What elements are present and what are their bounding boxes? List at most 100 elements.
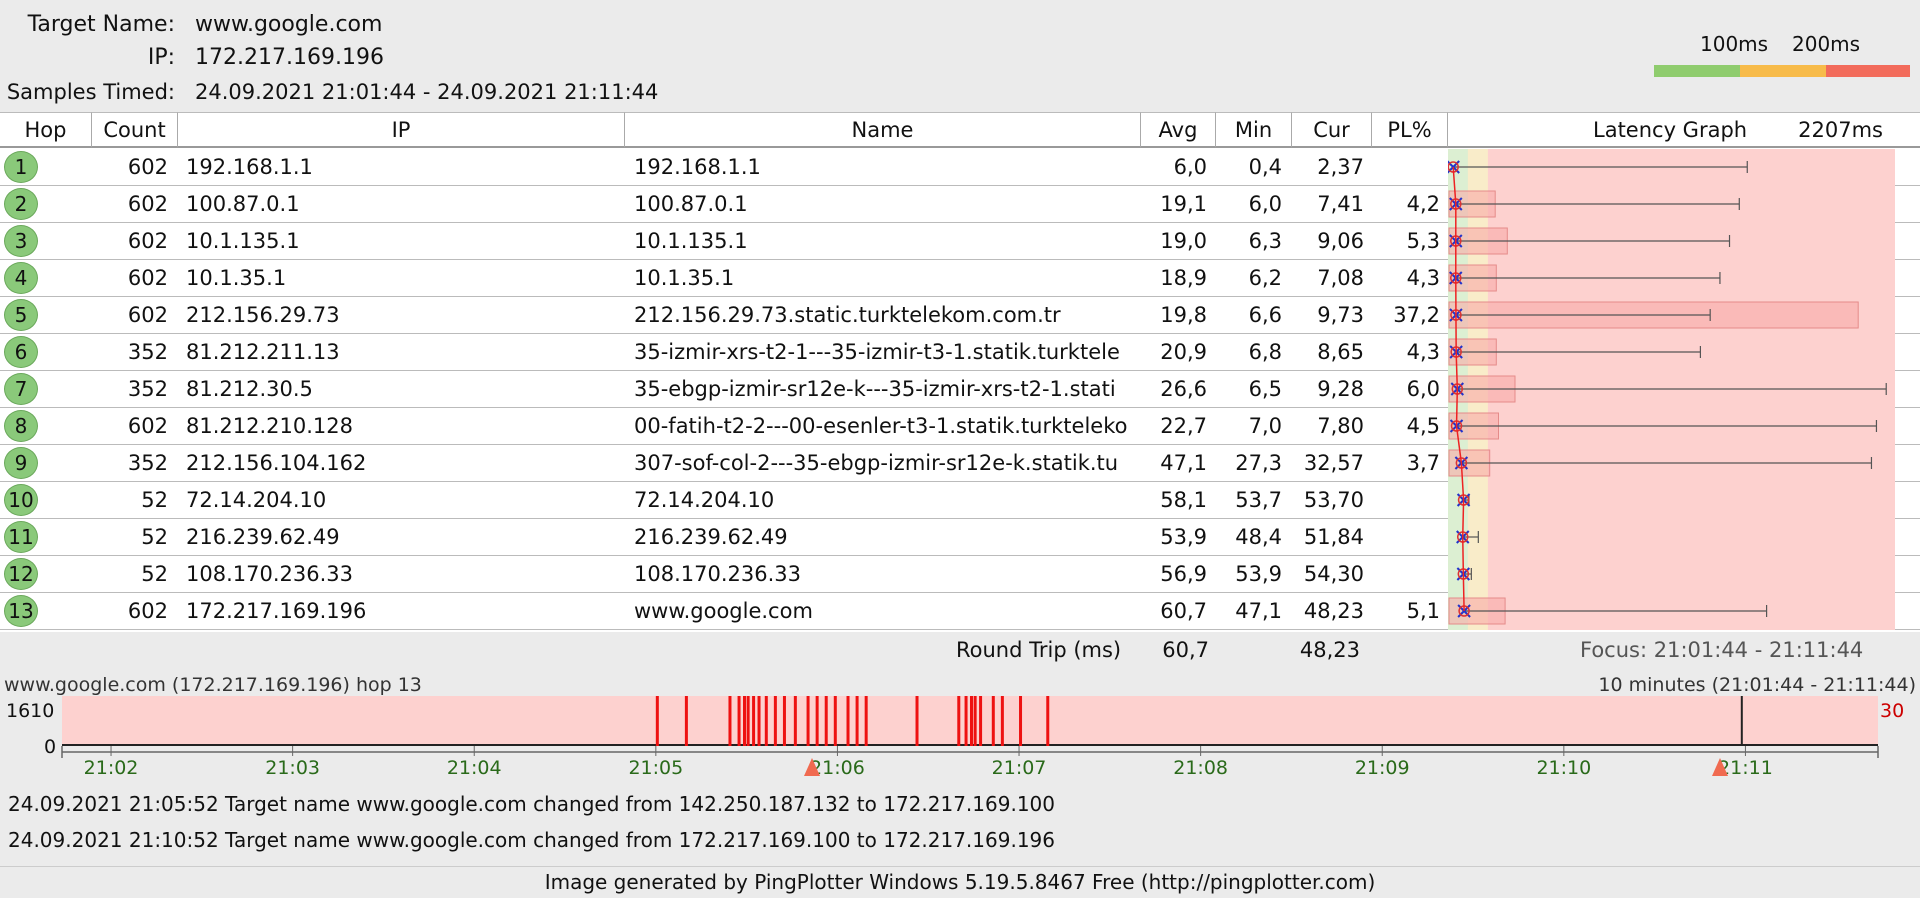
hop-ip: 10.1.35.1 bbox=[186, 266, 287, 290]
hop-number: 7 bbox=[4, 373, 38, 405]
hop-packet-loss: 37,2 bbox=[1393, 303, 1440, 327]
hop-avg: 60,7 bbox=[1160, 599, 1207, 623]
hop-min: 6,5 bbox=[1248, 377, 1282, 401]
hop-min: 6,0 bbox=[1248, 192, 1282, 216]
hop-name: www.google.com bbox=[634, 599, 813, 623]
timeline-range: 10 minutes (21:01:44 - 21:11:44) bbox=[1598, 674, 1916, 696]
scale-orange-bar bbox=[1740, 65, 1826, 77]
hop-cur: 8,65 bbox=[1317, 340, 1364, 364]
timeline-title: www.google.com (172.217.169.196) hop 13 bbox=[4, 674, 422, 696]
target-name-value[interactable]: www.google.com bbox=[195, 10, 382, 40]
hop-name: 10.1.35.1 bbox=[634, 266, 735, 290]
column-header-pl[interactable]: PL% bbox=[1372, 112, 1448, 148]
event-line: 24.09.2021 21:10:52 Target name www.goog… bbox=[8, 828, 1055, 852]
hop-avg: 56,9 bbox=[1160, 562, 1207, 586]
target-name-label: Target Name: bbox=[27, 12, 175, 37]
timeline-tick-label: 21:10 bbox=[1536, 757, 1591, 779]
hop-count: 602 bbox=[127, 155, 168, 179]
hop-avg: 6,0 bbox=[1173, 155, 1207, 179]
column-header-cur[interactable]: Cur bbox=[1292, 112, 1372, 148]
column-header-min[interactable]: Min bbox=[1216, 112, 1292, 148]
packet-loss-mark bbox=[728, 696, 732, 746]
hop-packet-loss bbox=[1372, 556, 1440, 592]
hop-count: 602 bbox=[127, 229, 168, 253]
hop-ip: 172.217.169.196 bbox=[186, 599, 367, 623]
packet-loss-mark bbox=[743, 696, 746, 746]
target-name-row: Target Name: www.google.com bbox=[0, 10, 1920, 40]
hop-cur: 7,41 bbox=[1317, 192, 1364, 216]
hop-packet-loss: 5,1 bbox=[1406, 599, 1440, 623]
hop-cur: 54,30 bbox=[1303, 562, 1364, 586]
round-trip-cur: 48,23 bbox=[1299, 638, 1360, 662]
hop-number: 2 bbox=[4, 188, 38, 220]
hop-number: 12 bbox=[4, 558, 38, 590]
hop-ip: 10.1.135.1 bbox=[186, 229, 300, 253]
hop-count: 602 bbox=[127, 192, 168, 216]
timeline-tick-label: 21:02 bbox=[84, 757, 139, 779]
packet-loss-mark bbox=[757, 696, 761, 746]
hop-count: 352 bbox=[127, 451, 168, 475]
hop-name: 216.239.62.49 bbox=[634, 525, 788, 549]
hop-cur: 48,23 bbox=[1303, 599, 1364, 623]
column-header-avg[interactable]: Avg bbox=[1141, 112, 1216, 148]
timeline-tick-label: 21:03 bbox=[265, 757, 320, 779]
focus-range[interactable]: Focus: 21:01:44 - 21:11:44 bbox=[1580, 632, 1863, 668]
samples-timed-label: Samples Timed: bbox=[6, 80, 175, 104]
hop-name: 192.168.1.1 bbox=[634, 155, 761, 179]
hop-avg: 20,9 bbox=[1160, 340, 1207, 364]
pingplotter-window: Target Name: www.google.com IP: 172.217.… bbox=[0, 0, 1920, 898]
packet-loss-mark bbox=[970, 696, 973, 746]
hop-avg: 26,6 bbox=[1160, 377, 1207, 401]
hop-avg: 18,9 bbox=[1160, 266, 1207, 290]
timeline-tick-label: 21:05 bbox=[628, 757, 683, 779]
ip-value: 172.217.169.196 bbox=[195, 45, 384, 70]
hop-count: 52 bbox=[141, 562, 168, 586]
hop-number: 11 bbox=[4, 521, 38, 553]
hop-count: 602 bbox=[127, 599, 168, 623]
hop-cur: 51,84 bbox=[1303, 525, 1364, 549]
timeline-tick-label: 21:04 bbox=[447, 757, 502, 779]
hop-ip: 216.239.62.49 bbox=[186, 525, 340, 549]
hop-number: 1 bbox=[4, 151, 38, 183]
hop-packet-loss: 3,7 bbox=[1406, 451, 1440, 475]
packet-loss-mark bbox=[864, 696, 868, 746]
hop-number: 3 bbox=[4, 225, 38, 257]
column-header-ip[interactable]: IP bbox=[178, 112, 625, 148]
hop-count: 52 bbox=[141, 488, 168, 512]
hop-name: 307-sof-col-2---35-ebgp-izmir-sr12e-k.st… bbox=[634, 451, 1119, 475]
hop-count: 602 bbox=[127, 303, 168, 327]
ip-row: IP: 172.217.169.196 bbox=[0, 43, 1920, 73]
hop-avg: 58,1 bbox=[1160, 488, 1207, 512]
hop-packet-loss: 4,3 bbox=[1406, 266, 1440, 290]
column-header-hop[interactable]: Hop bbox=[0, 112, 92, 148]
packet-loss-mark bbox=[1019, 696, 1023, 746]
hop-count: 352 bbox=[127, 377, 168, 401]
timeline-panel: www.google.com (172.217.169.196) hop 13 … bbox=[0, 670, 1920, 788]
hop-cur: 2,37 bbox=[1317, 155, 1364, 179]
hop-cur: 53,70 bbox=[1303, 488, 1364, 512]
packet-loss-mark bbox=[773, 696, 777, 746]
column-header-count[interactable]: Count bbox=[92, 112, 178, 148]
packet-loss-mark bbox=[815, 696, 819, 746]
column-header-latency-graph[interactable]: Latency Graph 2207ms bbox=[1448, 112, 1920, 148]
hop-min: 6,3 bbox=[1248, 229, 1282, 253]
hop-count: 52 bbox=[141, 525, 168, 549]
hop-packet-loss: 5,3 bbox=[1406, 229, 1440, 253]
hop-number: 5 bbox=[4, 299, 38, 331]
packet-loss-mark bbox=[991, 696, 995, 746]
hop-number: 8 bbox=[4, 410, 38, 442]
hop-ip: 212.156.104.162 bbox=[186, 451, 367, 475]
hop-name: 35-izmir-xrs-t2-1---35-izmir-t3-1.statik… bbox=[634, 340, 1120, 364]
hop-avg: 19,0 bbox=[1160, 229, 1207, 253]
packet-loss-mark bbox=[846, 696, 850, 746]
hop-ip: 81.212.30.5 bbox=[186, 377, 313, 401]
footer-credit: Image generated by PingPlotter Windows 5… bbox=[0, 866, 1920, 898]
packet-loss-mark bbox=[824, 696, 828, 746]
hop-min: 6,6 bbox=[1248, 303, 1282, 327]
hop-cur: 9,06 bbox=[1317, 229, 1364, 253]
latency-graph-title: Latency Graph bbox=[1593, 118, 1748, 142]
timeline-chart[interactable]: 21:02 21:03 21:04 21:05 21:06 21:07 21:08 21:09… bbox=[0, 696, 1920, 788]
column-header-name[interactable]: Name bbox=[625, 112, 1141, 148]
latency-graph-max: 2207ms bbox=[1798, 118, 1883, 142]
samples-timed-value: 24.09.2021 21:01:44 - 24.09.2021 21:11:4… bbox=[195, 80, 659, 104]
